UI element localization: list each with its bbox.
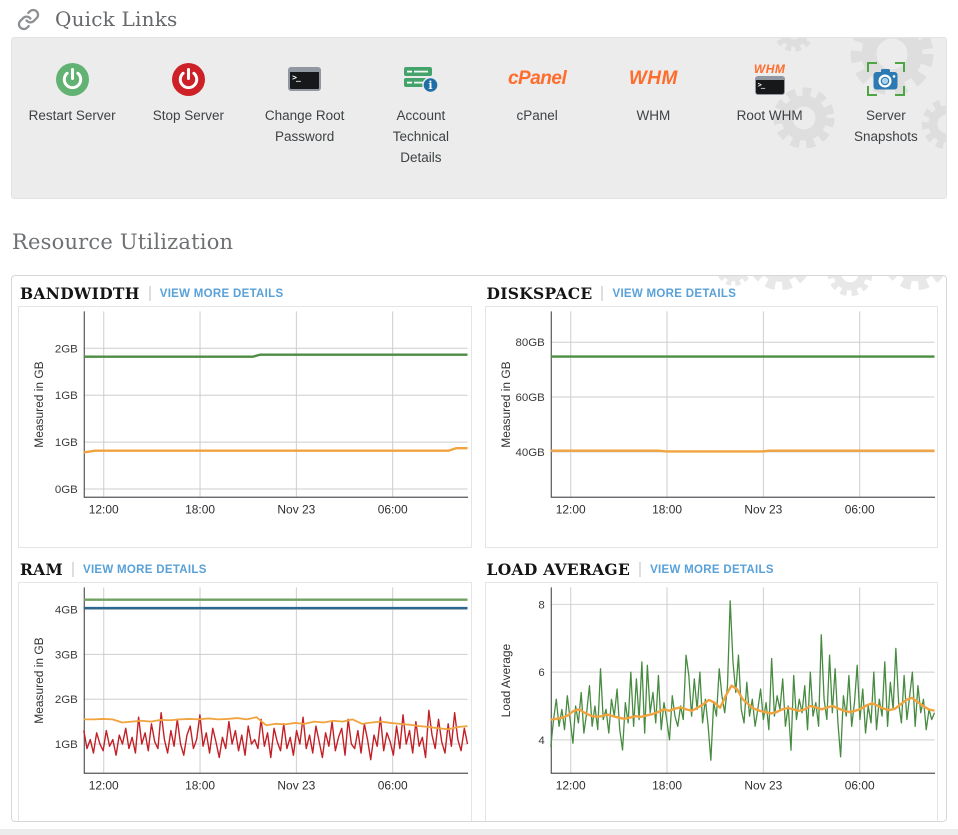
whm-terminal-icon: WHM >_ [754, 64, 786, 95]
header-divider [639, 562, 641, 577]
server-info-icon: i [403, 66, 439, 93]
svg-text:Nov 23: Nov 23 [744, 779, 782, 793]
view-more-details-link[interactable]: VIEW MORE DETAILS [612, 288, 736, 300]
svg-text:06:00: 06:00 [378, 503, 408, 517]
svg-text:2GB: 2GB [55, 694, 78, 706]
terminal-icon: >_ [288, 67, 321, 91]
whm-logo: WHM [629, 68, 678, 90]
svg-text:0GB: 0GB [55, 484, 78, 496]
svg-text:Measured in GB: Measured in GB [32, 361, 46, 447]
restart-power-icon [56, 63, 89, 96]
diskspace-chart-card: DISKSPACE VIEW MORE DETAILS 12:00 18:00 No… [485, 281, 939, 548]
chart-title: RAM [20, 560, 63, 579]
quick-link-label: Account Technical Details [375, 105, 467, 168]
quick-link-label: Server Snapshots [840, 105, 932, 147]
svg-text:8: 8 [538, 599, 544, 611]
quick-link-root-whm[interactable]: WHM >_ Root WHM [712, 59, 828, 198]
svg-text:1GB: 1GB [55, 390, 78, 402]
svg-text:06:00: 06:00 [844, 503, 874, 517]
quick-link-stop-server[interactable]: Stop Server [130, 59, 246, 198]
ram-chart-card: RAM VIEW MORE DETAILS 12:00 18:00 Nov 23 06… [18, 557, 472, 822]
svg-text:12:00: 12:00 [555, 503, 585, 517]
quick-link-account-technical-details[interactable]: i Account Technical Details [363, 59, 479, 198]
svg-text:18:00: 18:00 [652, 503, 682, 517]
svg-text:18:00: 18:00 [652, 779, 682, 793]
svg-text:Load Average: Load Average [498, 643, 512, 717]
svg-text:40GB: 40GB [515, 447, 545, 459]
svg-text:6: 6 [538, 667, 544, 679]
svg-text:12:00: 12:00 [555, 779, 585, 793]
header-divider [601, 286, 603, 301]
quick-link-label: Stop Server [142, 105, 234, 126]
svg-text:Nov 23: Nov 23 [277, 779, 315, 793]
quick-link-label: Restart Server [26, 105, 118, 126]
svg-text:06:00: 06:00 [844, 779, 874, 793]
svg-text:18:00: 18:00 [185, 503, 215, 517]
svg-text:Measured in GB: Measured in GB [498, 361, 512, 447]
svg-text:4GB: 4GB [55, 604, 78, 616]
quick-link-restart-server[interactable]: Restart Server [14, 59, 130, 198]
svg-text:3GB: 3GB [55, 649, 78, 661]
svg-text:2GB: 2GB [55, 343, 78, 355]
quick-links-header: Quick Links [0, 0, 958, 37]
quick-links-title: Quick Links [55, 7, 178, 31]
header-divider [72, 562, 74, 577]
view-more-details-link[interactable]: VIEW MORE DETAILS [160, 288, 284, 300]
svg-text:Nov 23: Nov 23 [744, 503, 782, 517]
svg-text:4: 4 [538, 735, 545, 747]
quick-link-cpanel[interactable]: cPanel cPanel [479, 59, 595, 198]
resource-utilization-panel: BANDWIDTH VIEW MORE DETAILS 12:00 18:00 No… [11, 275, 947, 822]
svg-text:i: i [428, 79, 432, 92]
svg-text:12:00: 12:00 [89, 779, 119, 793]
chart-title: LOAD AVERAGE [487, 560, 631, 579]
chart-title: DISKSPACE [487, 284, 593, 303]
svg-text:1GB: 1GB [55, 739, 78, 751]
quick-links-panel: Restart Server Stop Server >_ Change Roo… [11, 37, 947, 199]
svg-text:Nov 23: Nov 23 [277, 503, 315, 517]
chart-canvas: 12:00 18:00 Nov 23 06:00 4 6 8 Load Average [485, 582, 939, 822]
svg-text:12:00: 12:00 [89, 503, 119, 517]
charts-grid: BANDWIDTH VIEW MORE DETAILS 12:00 18:00 No… [12, 276, 946, 822]
quick-link-label: WHM [607, 105, 699, 126]
chart-canvas: 12:00 18:00 Nov 23 06:00 40GB 60GB 80GBMeasure… [485, 306, 939, 548]
svg-text:18:00: 18:00 [185, 779, 215, 793]
svg-text:Measured in GB: Measured in GB [32, 637, 46, 723]
quick-link-whm[interactable]: WHM WHM [595, 59, 711, 198]
svg-text:06:00: 06:00 [378, 779, 408, 793]
link-icon [17, 8, 40, 31]
svg-text:60GB: 60GB [515, 392, 545, 404]
chart-canvas: 12:00 18:00 Nov 23 06:00 1GB 2GB 3GB 4GB Measure… [18, 582, 472, 822]
bandwidth-chart-card: BANDWIDTH VIEW MORE DETAILS 12:00 18:00 No… [18, 281, 472, 548]
quick-link-label: Change Root Password [259, 105, 351, 147]
header-divider [149, 286, 151, 301]
chart-title: BANDWIDTH [20, 284, 140, 303]
svg-text:1GB: 1GB [55, 437, 78, 449]
quick-link-label: cPanel [491, 105, 583, 126]
view-more-details-link[interactable]: VIEW MORE DETAILS [650, 564, 774, 576]
page-background-strip [0, 829, 958, 835]
load-average-chart-card: LOAD AVERAGE VIEW MORE DETAILS 12:00 18:0… [485, 557, 939, 822]
view-more-details-link[interactable]: VIEW MORE DETAILS [83, 564, 207, 576]
quick-link-label: Root WHM [724, 105, 816, 126]
quick-link-server-snapshots[interactable]: Server Snapshots [828, 59, 944, 198]
cpanel-logo: cPanel [508, 68, 566, 90]
svg-text:80GB: 80GB [515, 337, 545, 349]
resource-utilization-title: Resource Utilization [12, 230, 958, 254]
chart-canvas: 12:00 18:00 Nov 23 06:00 0GB 1GB 1GB 2GB Measure… [18, 306, 472, 548]
camera-snapshot-icon [867, 62, 905, 96]
quick-link-change-root-password[interactable]: >_ Change Root Password [247, 59, 363, 198]
stop-power-icon [172, 63, 205, 96]
